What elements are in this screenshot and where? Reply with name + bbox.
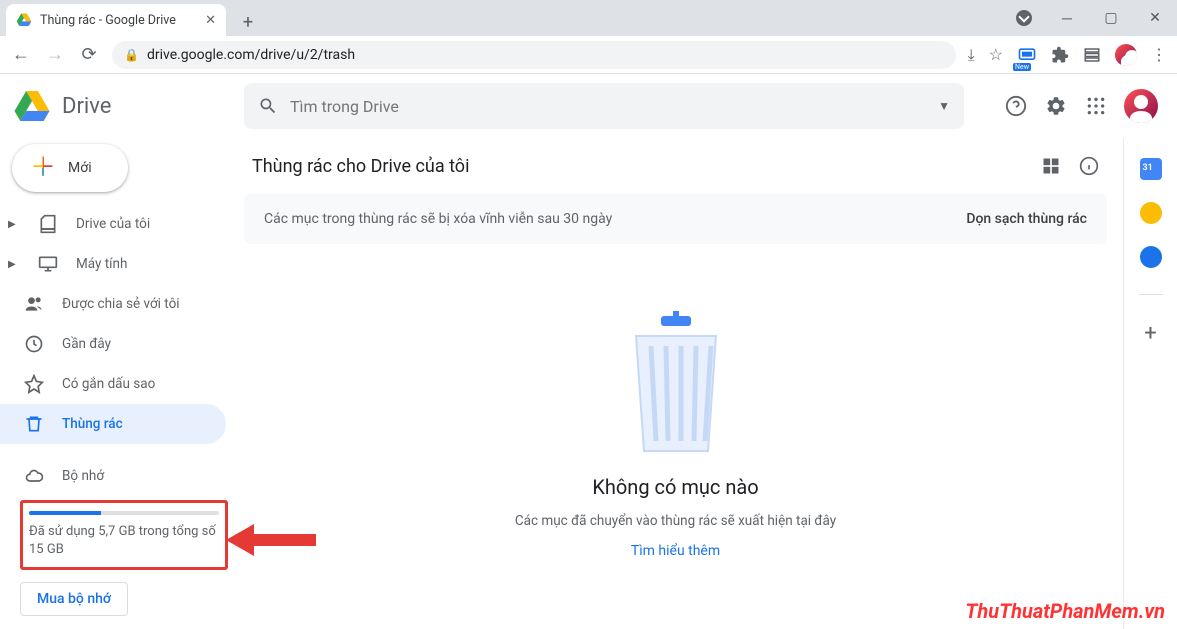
drive-logo[interactable]: Drive [12, 86, 244, 126]
body-row: ＋ Mới ▶ Drive của tôi ▶ Máy tính Được ch… [0, 138, 1177, 629]
drive-logo-icon [12, 86, 52, 126]
shared-icon [24, 294, 44, 314]
side-panel-separator [1139, 294, 1163, 295]
buy-storage-button[interactable]: Mua bộ nhớ [20, 582, 128, 616]
nav-label: Máy tính [76, 256, 127, 272]
page-title: Thùng rác cho Drive của tôi [252, 156, 469, 177]
notice-text: Các mục trong thùng rác sẽ bị xóa vĩnh v… [264, 211, 612, 227]
window-maximize-icon[interactable]: ▢ [1089, 3, 1133, 33]
trash-notice: Các mục trong thùng rác sẽ bị xóa vĩnh v… [244, 194, 1107, 244]
search-box[interactable]: ▼ [244, 83, 964, 129]
nav-back-icon[interactable]: ← [10, 44, 32, 65]
new-button-label: Mới [68, 160, 92, 176]
watermark: ThuThuatPhanMem.vn [965, 599, 1165, 623]
sidebar-item-computers[interactable]: ▶ Máy tính [0, 244, 226, 284]
header-actions [1004, 89, 1158, 123]
cloud-icon [24, 466, 44, 486]
sidebar-item-my-drive[interactable]: ▶ Drive của tôi [0, 204, 226, 244]
sidebar-separator [0, 444, 244, 456]
clock-icon [24, 334, 44, 354]
empty-title: Không có mục nào [592, 475, 758, 499]
keep-app-icon[interactable] [1140, 202, 1162, 224]
apps-grid-icon[interactable] [1084, 94, 1108, 118]
trash-icon [24, 414, 44, 434]
sidebar-item-trash[interactable]: Thùng rác [0, 404, 226, 444]
sidebar-item-shared[interactable]: Được chia sẻ với tôi [0, 284, 226, 324]
chevron-right-icon: ▶ [8, 219, 20, 230]
drive-header: Drive ▼ [0, 74, 1177, 138]
star-icon [24, 374, 44, 394]
annotation-arrow-icon [226, 520, 316, 560]
storage-progress [29, 511, 219, 515]
storage-info: Đã sử dụng 5,7 GB trong tổng số 15 GB [20, 500, 228, 570]
main-content: Thùng rác cho Drive của tôi Các mục tron… [244, 138, 1123, 629]
browser-titlebar: Thùng rác - Google Drive ✕ + ─ ▢ ✕ [0, 0, 1177, 36]
window-minimize-icon[interactable]: ─ [1045, 3, 1089, 33]
nav-reload-icon[interactable]: ⟳ [78, 44, 100, 65]
search-icon [258, 96, 278, 116]
side-panel: + [1123, 138, 1177, 629]
storage-fill [29, 511, 101, 515]
search-input[interactable] [290, 97, 926, 116]
tab-title: Thùng rác - Google Drive [40, 13, 197, 28]
search-wrapper: ▼ [244, 83, 964, 129]
info-icon[interactable] [1079, 156, 1099, 176]
chrome-menu-icon[interactable]: ⋮ [1151, 45, 1167, 64]
addrbar-right: ⤓ ☆ New ⋮ [968, 44, 1167, 66]
my-drive-icon [38, 214, 58, 234]
sidebar-item-recent[interactable]: Gần đây [0, 324, 226, 364]
nav-label: Được chia sẻ với tôi [62, 296, 180, 312]
extensions-puzzle-icon[interactable] [1051, 46, 1069, 64]
empty-trash-button[interactable]: Dọn sạch thùng rác [966, 211, 1087, 227]
new-tab-button[interactable]: + [234, 8, 262, 36]
plus-icon: ＋ [30, 155, 56, 181]
grid-view-icon[interactable] [1041, 156, 1061, 176]
lock-icon: 🔒 [124, 48, 139, 62]
computer-icon [38, 254, 58, 274]
nav-label: Có gắn dấu sao [62, 376, 155, 392]
new-button[interactable]: ＋ Mới [12, 144, 128, 192]
chrome-avatar-icon[interactable] [1115, 44, 1137, 66]
view-toolbar [1041, 156, 1099, 176]
reading-list-icon[interactable] [1083, 46, 1101, 64]
browser-address-bar: ← → ⟳ 🔒 drive.google.com/drive/u/2/trash… [0, 36, 1177, 74]
nav-forward-icon: → [44, 44, 66, 65]
get-addons-icon[interactable]: + [1144, 321, 1156, 346]
extension-icon[interactable]: New [1017, 45, 1037, 65]
url-field[interactable]: 🔒 drive.google.com/drive/u/2/trash [112, 41, 956, 69]
sidebar: ＋ Mới ▶ Drive của tôi ▶ Máy tính Được ch… [0, 138, 244, 629]
install-app-icon[interactable]: ⤓ [968, 45, 975, 65]
chrome-profile-icon[interactable] [1016, 10, 1032, 26]
nav-label: Thùng rác [62, 416, 123, 432]
calendar-app-icon[interactable] [1140, 158, 1162, 180]
account-avatar[interactable] [1124, 89, 1158, 123]
nav-label: Bộ nhớ [62, 468, 104, 484]
settings-gear-icon[interactable] [1044, 94, 1068, 118]
nav-label: Gần đây [62, 336, 111, 352]
tab-close-icon[interactable]: ✕ [205, 13, 216, 28]
window-controls: ─ ▢ ✕ [1045, 0, 1177, 36]
search-options-icon[interactable]: ▼ [938, 99, 950, 113]
nav-label: Drive của tôi [76, 216, 150, 232]
main-header: Thùng rác cho Drive của tôi [244, 138, 1107, 194]
empty-state: Không có mục nào Các mục đã chuyển vào t… [244, 244, 1107, 625]
sidebar-item-storage[interactable]: Bộ nhớ [0, 456, 226, 496]
drive-favicon-icon [16, 12, 32, 28]
storage-text: Đã sử dụng 5,7 GB trong tổng số 15 GB [29, 523, 219, 559]
bookmark-star-icon[interactable]: ☆ [989, 45, 1003, 64]
browser-tab[interactable]: Thùng rác - Google Drive ✕ [6, 4, 226, 36]
learn-more-link[interactable]: Tìm hiểu thêm [631, 543, 720, 559]
chevron-right-icon: ▶ [8, 259, 20, 270]
tasks-app-icon[interactable] [1140, 246, 1162, 268]
empty-subtitle: Các mục đã chuyển vào thùng rác sẽ xuất … [515, 513, 836, 529]
sidebar-item-starred[interactable]: Có gắn dấu sao [0, 364, 226, 404]
window-close-icon[interactable]: ✕ [1133, 3, 1177, 33]
drive-product-name: Drive [62, 94, 111, 119]
support-icon[interactable] [1004, 94, 1028, 118]
trash-illustration-icon [611, 311, 741, 461]
url-text: drive.google.com/drive/u/2/trash [147, 47, 355, 63]
